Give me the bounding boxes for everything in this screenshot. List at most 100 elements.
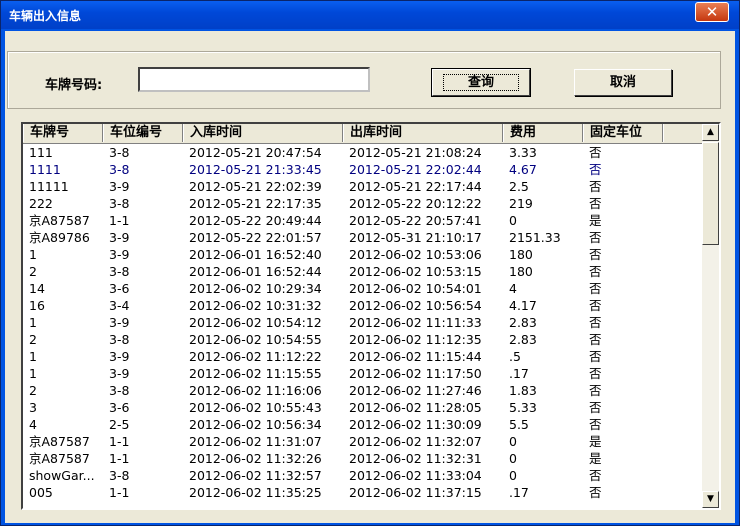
- cell-fee: 180: [509, 247, 533, 262]
- cell-exit-time: 2012-06-02 11:12:35: [349, 332, 482, 347]
- cell-plate: 1: [29, 349, 37, 364]
- cell-slot: 3-6: [109, 400, 130, 415]
- cell-exit-time: 2012-06-02 11:32:31: [349, 451, 482, 466]
- table-row[interactable]: 京A87587 1-1 2012-06-02 11:31:07 2012-06-02 …: [23, 433, 705, 450]
- cell-slot: 1-1: [109, 213, 130, 228]
- cell-exit-time: 2012-06-02 11:30:09: [349, 417, 482, 432]
- cell-slot: 3-8: [109, 162, 130, 177]
- cell-fee: 4.67: [509, 162, 537, 177]
- header-exit-time[interactable]: 出库时间: [343, 124, 503, 142]
- table-row[interactable]: showGar... 3-8 2012-06-02 11:32:57 2012-06-…: [23, 467, 705, 484]
- header-fee[interactable]: 费用: [503, 124, 583, 142]
- cell-entry-time: 2012-06-02 11:32:26: [189, 451, 322, 466]
- cell-entry-time: 2012-05-21 21:33:45: [189, 162, 322, 177]
- cell-plate: 1111: [29, 162, 61, 177]
- close-button[interactable]: ✕: [695, 2, 729, 22]
- table-row[interactable]: 11111 3-9 2012-05-21 22:02:39 2012-05-21 22…: [23, 178, 705, 195]
- header-plate[interactable]: 车牌号: [23, 124, 103, 142]
- table-row[interactable]: 1 3-9 2012-06-02 10:54:12 2012-06-02 11:11:…: [23, 314, 705, 331]
- cell-slot: 2-5: [109, 417, 130, 432]
- cell-fee: 3.33: [509, 145, 537, 160]
- cancel-button[interactable]: 取消: [574, 69, 672, 96]
- table-row[interactable]: 2 3-8 2012-06-02 11:16:06 2012-06-02 11:27:…: [23, 382, 705, 399]
- cell-exit-time: 2012-06-02 11:17:50: [349, 366, 482, 381]
- cell-slot: 3-9: [109, 366, 130, 381]
- cell-exit-time: 2012-06-02 10:54:01: [349, 281, 482, 296]
- table-row[interactable]: 111 3-8 2012-05-21 20:47:54 2012-05-21 21:0…: [23, 144, 705, 161]
- cell-fixed-slot: 否: [589, 315, 602, 330]
- cell-slot: 1-1: [109, 485, 130, 500]
- table-row[interactable]: 222 3-8 2012-05-21 22:17:35 2012-05-22 20:1…: [23, 195, 705, 212]
- header-entry-time[interactable]: 入库时间: [183, 124, 343, 142]
- cell-fixed-slot: 是: [589, 451, 602, 466]
- cell-entry-time: 2012-06-01 16:52:40: [189, 247, 322, 262]
- cell-entry-time: 2012-06-02 10:55:43: [189, 400, 322, 415]
- cell-entry-time: 2012-06-02 11:12:22: [189, 349, 322, 364]
- cell-entry-time: 2012-06-02 10:54:12: [189, 315, 322, 330]
- cell-slot: 3-9: [109, 179, 130, 194]
- title-bar[interactable]: 车辆出入信息 ✕: [1, 1, 739, 29]
- cell-exit-time: 2012-06-02 11:28:05: [349, 400, 482, 415]
- cell-plate: 111: [29, 145, 53, 160]
- cell-exit-time: 2012-06-02 10:53:06: [349, 247, 482, 262]
- table-row[interactable]: 16 3-4 2012-06-02 10:31:32 2012-06-02 10:56…: [23, 297, 705, 314]
- scroll-up-icon[interactable]: ▲: [702, 124, 719, 141]
- table-row[interactable]: 4 2-5 2012-06-02 10:56:34 2012-06-02 11:30:…: [23, 416, 705, 433]
- cell-entry-time: 2012-05-21 20:47:54: [189, 145, 322, 160]
- table-row[interactable]: 2 3-8 2012-06-02 10:54:55 2012-06-02 11:12:…: [23, 331, 705, 348]
- header-fixed-slot[interactable]: 固定车位: [583, 124, 663, 142]
- cell-exit-time: 2012-05-22 20:57:41: [349, 213, 482, 228]
- cell-slot: 3-8: [109, 145, 130, 160]
- cell-plate: 11111: [29, 179, 69, 194]
- scroll-thumb[interactable]: [702, 142, 719, 245]
- header-slot[interactable]: 车位编号: [103, 124, 183, 142]
- cell-slot: 3-9: [109, 230, 130, 245]
- cell-fixed-slot: 否: [589, 349, 602, 364]
- cell-fixed-slot: 是: [589, 213, 602, 228]
- cell-exit-time: 2012-05-31 21:10:17: [349, 230, 482, 245]
- cell-fixed-slot: 否: [589, 196, 602, 211]
- cell-fee: 5.33: [509, 400, 537, 415]
- table-row[interactable]: 1 3-9 2012-06-02 11:12:22 2012-06-02 11:15:…: [23, 348, 705, 365]
- table-row[interactable]: 1 3-9 2012-06-01 16:52:40 2012-06-02 10:53:…: [23, 246, 705, 263]
- cell-plate: 京A87587: [29, 434, 90, 449]
- table-row[interactable]: 14 3-6 2012-06-02 10:29:34 2012-06-02 10:54…: [23, 280, 705, 297]
- cell-fixed-slot: 否: [589, 264, 602, 279]
- plate-input[interactable]: [138, 67, 370, 92]
- vertical-scrollbar[interactable]: ▲ ▼: [702, 124, 719, 508]
- cell-exit-time: 2012-06-02 10:53:15: [349, 264, 482, 279]
- window: 车辆出入信息 ✕ 车牌号码: 查询 取消 车牌号 车位编号 入库时间 出库时间 …: [0, 0, 740, 526]
- cell-entry-time: 2012-06-02 11:16:06: [189, 383, 322, 398]
- cell-exit-time: 2012-05-21 21:08:24: [349, 145, 482, 160]
- table-row[interactable]: 005 1-1 2012-06-02 11:35:25 2012-06-02 11:3…: [23, 484, 705, 501]
- cell-fee: 4: [509, 281, 517, 296]
- cell-exit-time: 2012-06-02 11:27:46: [349, 383, 482, 398]
- cell-slot: 3-8: [109, 468, 130, 483]
- table-row[interactable]: 2 3-8 2012-06-01 16:52:44 2012-06-02 10:53:…: [23, 263, 705, 280]
- query-button[interactable]: 查询: [431, 68, 531, 97]
- cell-entry-time: 2012-06-02 11:15:55: [189, 366, 322, 381]
- table-row[interactable]: 1 3-9 2012-06-02 11:15:55 2012-06-02 11:17:…: [23, 365, 705, 382]
- cell-plate: 2: [29, 332, 37, 347]
- cell-fee: 180: [509, 264, 533, 279]
- cell-slot: 3-8: [109, 332, 130, 347]
- table-row[interactable]: 京A87587 1-1 2012-05-22 20:49:44 2012-05-22 …: [23, 212, 705, 229]
- cell-fee: 219: [509, 196, 533, 211]
- table-row[interactable]: 3 3-6 2012-06-02 10:55:43 2012-06-02 11:28:…: [23, 399, 705, 416]
- cell-entry-time: 2012-06-02 10:56:34: [189, 417, 322, 432]
- cell-plate: 1: [29, 366, 37, 381]
- cell-fixed-slot: 否: [589, 468, 602, 483]
- cell-slot: 3-4: [109, 298, 130, 313]
- cell-fixed-slot: 否: [589, 383, 602, 398]
- cell-slot: 3-8: [109, 196, 130, 211]
- records-list[interactable]: 车牌号 车位编号 入库时间 出库时间 费用 固定车位 111 3-8 2012-05…: [21, 122, 721, 510]
- cell-plate: 16: [29, 298, 45, 313]
- cell-exit-time: 2012-06-02 11:11:33: [349, 315, 482, 330]
- table-row[interactable]: 1111 3-8 2012-05-21 21:33:45 2012-05-21 22:…: [23, 161, 705, 178]
- cell-entry-time: 2012-06-02 10:54:55: [189, 332, 322, 347]
- table-row[interactable]: 京A87587 1-1 2012-06-02 11:32:26 2012-06-02 …: [23, 450, 705, 467]
- cell-entry-time: 2012-06-02 10:29:34: [189, 281, 322, 296]
- cell-fee: 5.5: [509, 417, 529, 432]
- table-row[interactable]: 京A89786 3-9 2012-05-22 22:01:57 2012-05-31 …: [23, 229, 705, 246]
- scroll-down-icon[interactable]: ▼: [702, 491, 719, 508]
